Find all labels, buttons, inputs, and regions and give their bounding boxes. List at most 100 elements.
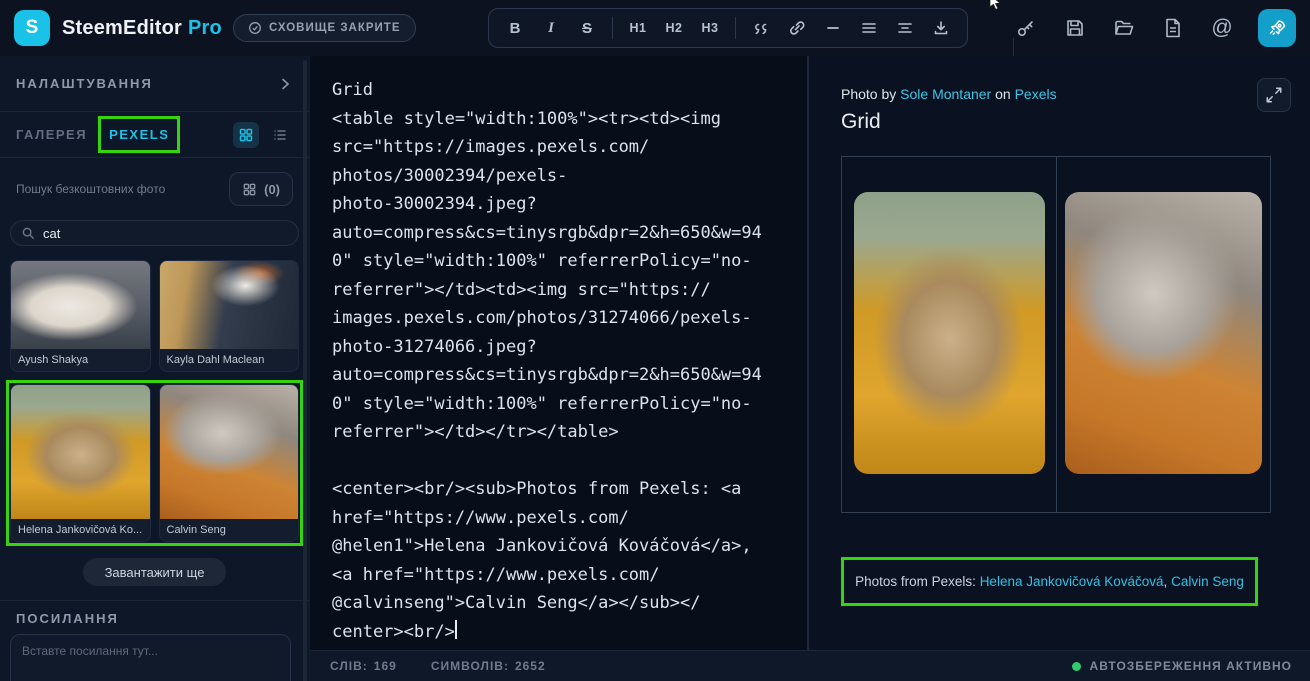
autosave-status: АВТОЗБЕРЕЖЕННЯ АКТИВНО — [1071, 659, 1292, 673]
word-count: СЛІВ: 169 — [330, 659, 397, 673]
photo-result-ayush[interactable]: Ayush Shakya — [10, 260, 151, 372]
list-view-toggle[interactable] — [267, 122, 293, 148]
publish-button[interactable] — [1258, 9, 1296, 47]
annotation-box-credits: Photos from Pexels: Helena Jankovičová K… — [841, 557, 1258, 606]
header-bar: S SteemEditor Pro СХОВИЩЕ ЗАКРИТЕ B I S H… — [0, 0, 1310, 56]
expand-icon — [1265, 86, 1283, 104]
h2-button[interactable]: H2 — [658, 13, 690, 43]
markdown-editor-pane: Grid <table style="width:100%"><tr><td><… — [310, 56, 808, 650]
credit-link-calvin[interactable]: Calvin Seng — [1171, 574, 1244, 589]
status-bar: СЛІВ: 169 СИМВОЛІВ: 2652 АВТОЗБЕРЕЖЕННЯ АК… — [310, 650, 1310, 681]
photo-result-calvin[interactable]: Calvin Seng — [158, 384, 299, 542]
search-icon — [21, 226, 35, 240]
bold-button[interactable]: B — [499, 13, 531, 43]
download-icon — [931, 18, 951, 38]
credits-prefix: Photos from Pexels: — [855, 574, 976, 589]
toolbar-divider — [612, 17, 613, 39]
strikethrough-button[interactable]: S — [571, 13, 603, 43]
credit-link-helena[interactable]: Helena Jankovičová Kováčová — [980, 574, 1164, 589]
table-cell — [842, 157, 1056, 512]
search-section-label: Пошук безкоштовних фото — [16, 182, 166, 196]
chevron-right-icon — [277, 76, 293, 92]
autosave-label: АВТОЗБЕРЕЖЕННЯ АКТИВНО — [1089, 659, 1292, 673]
quote-icon — [751, 18, 771, 38]
preview-pane: Photo by Sole Montaner on Pexels Grid Ph… — [808, 56, 1310, 650]
hr-icon — [823, 18, 843, 38]
settings-section-toggle[interactable]: НАЛАШТУВАННЯ — [0, 56, 309, 111]
open-file-button[interactable] — [1111, 15, 1137, 41]
document-icon — [1161, 16, 1185, 40]
load-more-button[interactable]: Завантажити ще — [82, 558, 227, 586]
preview-image-tabby-cat — [1065, 192, 1262, 474]
keys-button[interactable] — [1013, 15, 1039, 41]
toolbar-divider — [735, 17, 736, 39]
vault-icon — [248, 21, 262, 35]
app-window: S SteemEditor Pro СХОВИЩЕ ЗАКРИТЕ B I S H… — [0, 0, 1310, 681]
autosave-active-dot — [1071, 661, 1081, 671]
h1-button[interactable]: H1 — [622, 13, 654, 43]
selected-photos-counter[interactable]: (0) — [229, 172, 293, 206]
save-icon — [1063, 16, 1087, 40]
photo-thumb-tabby-cat — [159, 385, 298, 519]
links-textarea[interactable] — [10, 634, 291, 681]
photo-author: Calvin Seng — [166, 524, 226, 536]
import-download-button[interactable] — [925, 13, 957, 43]
horizontal-rule-button[interactable] — [817, 13, 849, 43]
brand: S SteemEditor Pro — [14, 10, 222, 46]
list-icon — [272, 127, 288, 143]
vault-status-badge[interactable]: СХОВИЩЕ ЗАКРИТЕ — [233, 14, 416, 42]
mentions-button[interactable]: @ — [1209, 15, 1235, 41]
key-icon — [1014, 16, 1038, 40]
document-button[interactable] — [1160, 15, 1186, 41]
text-caret — [455, 620, 457, 639]
tab-gallery[interactable]: ГАЛЕРЕЯ — [16, 127, 87, 142]
preview-image-table — [841, 156, 1271, 513]
search-input[interactable] — [43, 225, 288, 241]
photo-author: Ayush Shakya — [18, 354, 89, 366]
at-icon: @ — [1211, 16, 1233, 39]
align-justify-button[interactable] — [853, 13, 885, 43]
rocket-icon — [1266, 17, 1288, 39]
link-icon — [787, 18, 807, 38]
editor-textarea[interactable]: Grid <table style="width:100%"><tr><td><… — [332, 76, 785, 646]
annotation-box-selected-photos: Helena Jankovičová Ko... Calvin Seng — [6, 380, 303, 546]
vault-label: СХОВИЩЕ ЗАКРИТЕ — [269, 22, 401, 34]
char-count: СИМВОЛІВ: 2652 — [430, 659, 546, 673]
sidebar-scrollbar[interactable] — [303, 60, 307, 681]
grid-icon — [242, 182, 257, 197]
preview-image-bengal-cat — [853, 192, 1045, 474]
photo-search — [10, 220, 299, 246]
italic-button[interactable]: I — [535, 13, 567, 43]
pexels-link[interactable]: Pexels — [1015, 86, 1057, 102]
preview-title: Grid — [841, 110, 881, 133]
photo-thumb-bengal-cat — [11, 385, 150, 519]
photo-result-kayla[interactable]: Kayla Dahl Maclean — [158, 260, 299, 372]
photo-attribution: Photo by Sole Montaner on Pexels — [841, 86, 1057, 102]
author-link[interactable]: Sole Montaner — [900, 86, 991, 102]
align-center-button[interactable] — [889, 13, 921, 43]
mouse-pointer — [988, 0, 1002, 10]
folder-icon — [1112, 16, 1136, 40]
photo-results-grid: Ayush Shakya Kayla Dahl Maclean — [0, 254, 309, 372]
settings-header-label: НАЛАШТУВАННЯ — [16, 76, 153, 91]
sidebar: НАЛАШТУВАННЯ ГАЛЕРЕЯ PEXELS Пошук безкош… — [0, 56, 310, 681]
formatting-toolbar: B I S H1 H2 H3 — [488, 8, 968, 48]
photo-result-helena[interactable]: Helena Jankovičová Ko... — [10, 384, 151, 542]
links-header-label: ПОСИЛАННЯ — [16, 611, 119, 626]
save-button[interactable] — [1062, 15, 1088, 41]
grid-icon — [238, 127, 254, 143]
h3-button[interactable]: H3 — [694, 13, 726, 43]
link-button[interactable] — [781, 13, 813, 43]
blockquote-button[interactable] — [745, 13, 777, 43]
photo-thumb-white-cat — [11, 261, 150, 349]
header-actions: @ — [1013, 0, 1296, 56]
expand-preview-button[interactable] — [1257, 78, 1291, 112]
photo-author: Helena Jankovičová Ko... — [18, 524, 143, 536]
tab-pexels[interactable]: PEXELS — [98, 116, 181, 153]
app-logo: S — [14, 10, 50, 46]
photo-thumb-calico-cat — [159, 261, 298, 349]
selected-count: (0) — [264, 181, 280, 197]
app-title: SteemEditor Pro — [62, 16, 222, 39]
table-cell — [1056, 157, 1270, 512]
grid-view-toggle[interactable] — [233, 121, 259, 148]
